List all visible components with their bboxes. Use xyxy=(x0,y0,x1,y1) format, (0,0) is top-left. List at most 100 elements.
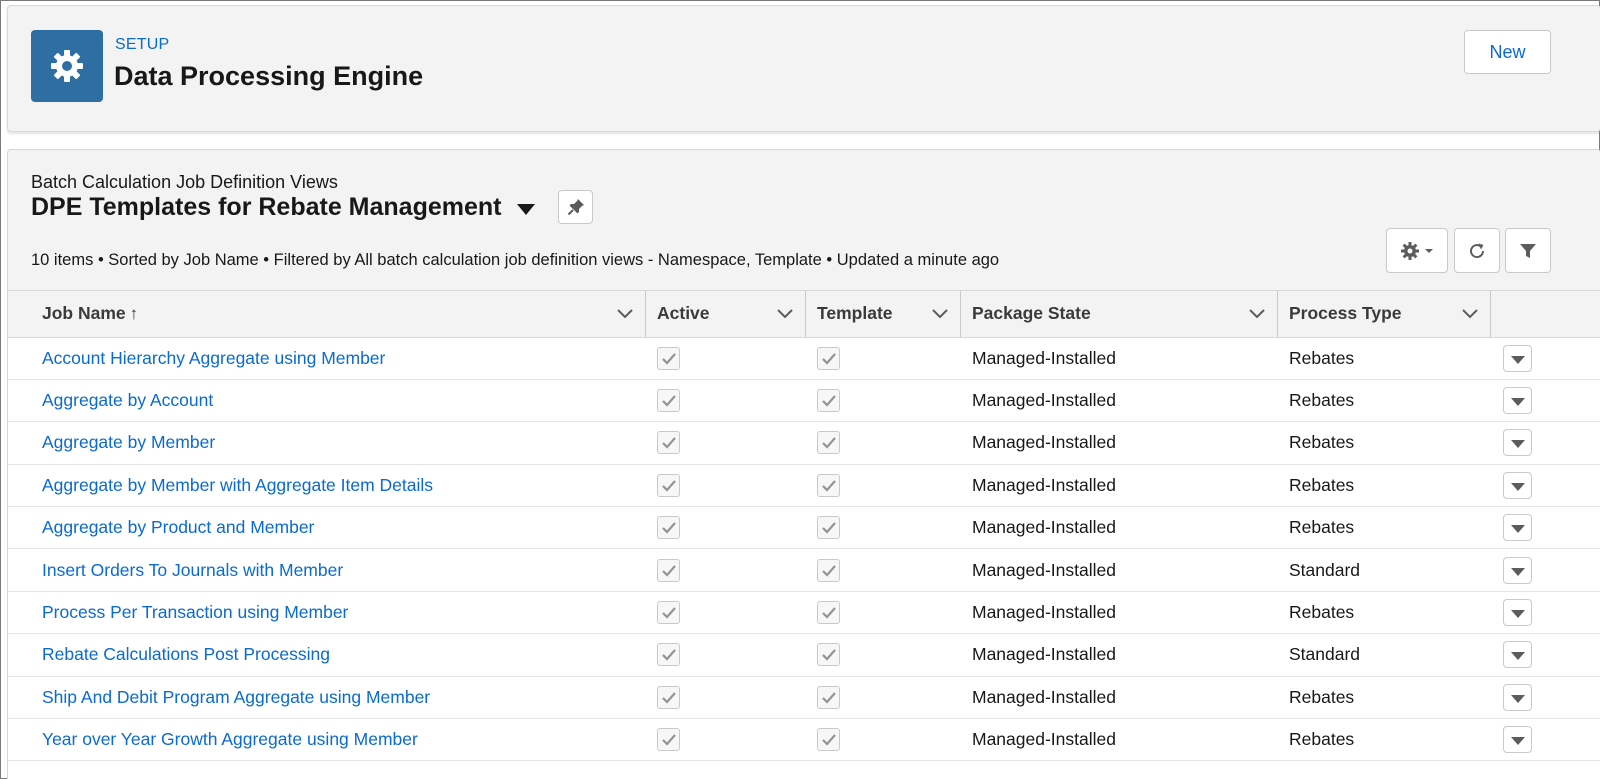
cell-template xyxy=(806,337,961,380)
cell-row-actions xyxy=(1491,506,1600,550)
checkmark-icon xyxy=(822,692,836,704)
column-header-process-type[interactable]: Process Type xyxy=(1278,291,1491,338)
cell-row-actions xyxy=(1491,337,1600,380)
cell-template xyxy=(806,718,961,762)
pin-button[interactable] xyxy=(558,190,593,224)
cell-template xyxy=(806,421,961,465)
row-actions-menu-button[interactable] xyxy=(1503,429,1532,457)
table-row: Insert Orders To Journals with Member Man… xyxy=(8,548,1600,592)
job-name-link[interactable]: Ship And Debit Program Aggregate using M… xyxy=(42,687,430,707)
active-checkbox xyxy=(657,389,680,413)
cell-active xyxy=(646,548,806,592)
active-checkbox xyxy=(657,558,680,582)
cell-package-state: Managed-Installed xyxy=(961,633,1278,677)
chevron-down-icon[interactable] xyxy=(1248,306,1266,320)
checkmark-icon xyxy=(822,480,836,492)
cell-package-state: Managed-Installed xyxy=(961,548,1278,592)
job-name-link[interactable]: Rebate Calculations Post Processing xyxy=(42,644,330,664)
column-header-package-state[interactable]: Package State xyxy=(961,291,1278,338)
template-checkbox xyxy=(817,643,840,667)
cell-active xyxy=(646,591,806,635)
cell-process-type: Rebates xyxy=(1278,421,1491,465)
chevron-down-icon[interactable] xyxy=(1461,306,1479,320)
list-view-name: DPE Templates for Rebate Management xyxy=(31,193,502,221)
checkmark-icon xyxy=(822,607,836,619)
list-view-card: Batch Calculation Job Definition Views D… xyxy=(7,149,1600,779)
row-actions-menu-button[interactable] xyxy=(1503,471,1532,499)
sort-ascending-icon: ↑ xyxy=(129,304,139,324)
job-name-link[interactable]: Aggregate by Account xyxy=(42,390,213,410)
template-checkbox xyxy=(817,389,840,413)
view-switcher-caret-icon[interactable] xyxy=(517,203,536,215)
column-header-active[interactable]: Active xyxy=(646,291,806,338)
job-name-link[interactable]: Aggregate by Member with Aggregate Item … xyxy=(42,475,433,495)
cell-process-type: Rebates xyxy=(1278,676,1491,720)
table-row: Year over Year Growth Aggregate using Me… xyxy=(8,718,1600,762)
cell-row-actions xyxy=(1491,379,1600,423)
column-header-actions xyxy=(1491,291,1600,338)
job-name-link[interactable]: Aggregate by Member xyxy=(42,432,215,452)
cell-job-name: Aggregate by Member xyxy=(8,421,646,465)
cell-job-name: Process Per Transaction using Member xyxy=(8,591,646,635)
checkmark-icon xyxy=(822,564,836,577)
cell-process-type: Rebates xyxy=(1278,464,1491,508)
list-view-title[interactable]: DPE Templates for Rebate Management xyxy=(31,193,536,222)
cell-package-state: Managed-Installed xyxy=(961,464,1278,508)
column-header-job-name[interactable]: Job Name ↑ xyxy=(8,291,646,338)
cell-template xyxy=(806,464,961,508)
data-table: Job Name ↑ Active Template Package State… xyxy=(8,290,1600,779)
template-checkbox xyxy=(817,473,840,497)
cell-active xyxy=(646,506,806,550)
row-actions-menu-button[interactable] xyxy=(1503,683,1532,711)
template-checkbox xyxy=(817,516,840,540)
job-name-link[interactable]: Account Hierarchy Aggregate using Member xyxy=(42,348,385,368)
table-row: Aggregate by Account Managed-Installed Reb… xyxy=(8,379,1600,423)
chevron-down-icon[interactable] xyxy=(616,306,634,320)
template-checkbox xyxy=(817,728,840,752)
refresh-icon xyxy=(1470,243,1485,258)
row-actions-menu-button[interactable] xyxy=(1503,641,1532,669)
chevron-down-icon[interactable] xyxy=(776,306,794,320)
cell-row-actions xyxy=(1491,718,1600,762)
cell-row-actions xyxy=(1491,464,1600,508)
active-checkbox xyxy=(657,728,680,752)
column-header-template[interactable]: Template xyxy=(806,291,961,338)
row-actions-menu-button[interactable] xyxy=(1503,556,1532,584)
active-checkbox xyxy=(657,473,680,497)
checkmark-icon xyxy=(822,649,836,662)
row-actions-menu-button[interactable] xyxy=(1503,599,1532,627)
table-header-row: Job Name ↑ Active Template Package State… xyxy=(8,291,1600,338)
job-name-link[interactable]: Aggregate by Product and Member xyxy=(42,517,314,537)
cell-template xyxy=(806,548,961,592)
refresh-button[interactable] xyxy=(1454,228,1500,273)
cell-template xyxy=(806,591,961,635)
chevron-down-icon[interactable] xyxy=(931,306,949,320)
cell-row-actions xyxy=(1491,548,1600,592)
checkmark-icon xyxy=(662,607,676,619)
cell-process-type: Rebates xyxy=(1278,379,1491,423)
row-actions-menu-button[interactable] xyxy=(1503,344,1532,372)
list-view-controls-button[interactable] xyxy=(1386,228,1448,273)
job-name-link[interactable]: Process Per Transaction using Member xyxy=(42,602,348,622)
cell-active xyxy=(646,676,806,720)
cell-process-type: Rebates xyxy=(1278,506,1491,550)
row-actions-menu-button[interactable] xyxy=(1503,514,1532,542)
cell-job-name: Insert Orders To Journals with Member xyxy=(8,548,646,592)
filter-button[interactable] xyxy=(1505,228,1551,273)
row-actions-menu-button[interactable] xyxy=(1503,726,1532,754)
job-name-link[interactable]: Year over Year Growth Aggregate using Me… xyxy=(42,729,418,749)
cell-process-type: Rebates xyxy=(1278,718,1491,762)
job-name-link[interactable]: Insert Orders To Journals with Member xyxy=(42,560,343,580)
cell-job-name: Year over Year Growth Aggregate using Me… xyxy=(8,718,646,762)
active-checkbox xyxy=(657,685,680,709)
table-row: Aggregate by Member with Aggregate Item … xyxy=(8,464,1600,508)
active-checkbox xyxy=(657,346,680,370)
checkmark-icon xyxy=(822,522,836,534)
checkmark-icon xyxy=(822,395,836,407)
cell-package-state: Managed-Installed xyxy=(961,718,1278,762)
active-checkbox xyxy=(657,643,680,667)
filter-icon xyxy=(1520,243,1536,258)
cell-package-state: Managed-Installed xyxy=(961,591,1278,635)
new-button[interactable]: New xyxy=(1464,30,1551,74)
row-actions-menu-button[interactable] xyxy=(1503,387,1532,415)
